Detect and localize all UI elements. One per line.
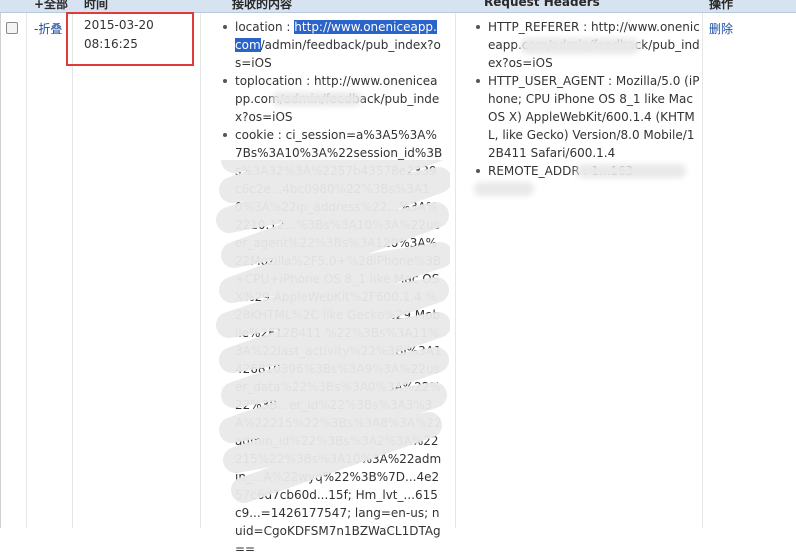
column-action: 操作 bbox=[709, 0, 734, 11]
received-location: location : http://www.oneniceapp.com/adm… bbox=[221, 18, 443, 72]
header-user-agent: HTTP_USER_AGENT : Mozilla/5.0 (iPhone; C… bbox=[474, 72, 700, 162]
column-received: 接收的内容 bbox=[232, 0, 293, 11]
column-time: 时间 bbox=[84, 0, 109, 11]
redaction-blur bbox=[272, 92, 362, 106]
column-divider bbox=[72, 13, 73, 528]
column-divider bbox=[200, 13, 201, 528]
redaction-blur bbox=[576, 164, 686, 178]
location-suffix: /admin/feedback/pub_index?os=iOS bbox=[235, 38, 441, 70]
column-divider bbox=[702, 13, 703, 528]
location-prefix: location : bbox=[235, 20, 295, 34]
select-all-link[interactable]: +全部 bbox=[34, 0, 68, 12]
column-request-headers: Request Headers bbox=[484, 0, 600, 9]
redaction-blur bbox=[520, 38, 640, 54]
delete-link[interactable]: 删除 bbox=[709, 20, 733, 37]
redaction-scribble bbox=[216, 160, 450, 503]
row-checkbox[interactable] bbox=[6, 22, 18, 34]
redaction-blur bbox=[474, 182, 534, 196]
column-divider bbox=[455, 13, 456, 528]
fold-link[interactable]: -折叠 bbox=[34, 20, 62, 37]
column-divider bbox=[26, 13, 27, 528]
highlight-box bbox=[66, 12, 194, 66]
table-border bbox=[0, 13, 1, 528]
